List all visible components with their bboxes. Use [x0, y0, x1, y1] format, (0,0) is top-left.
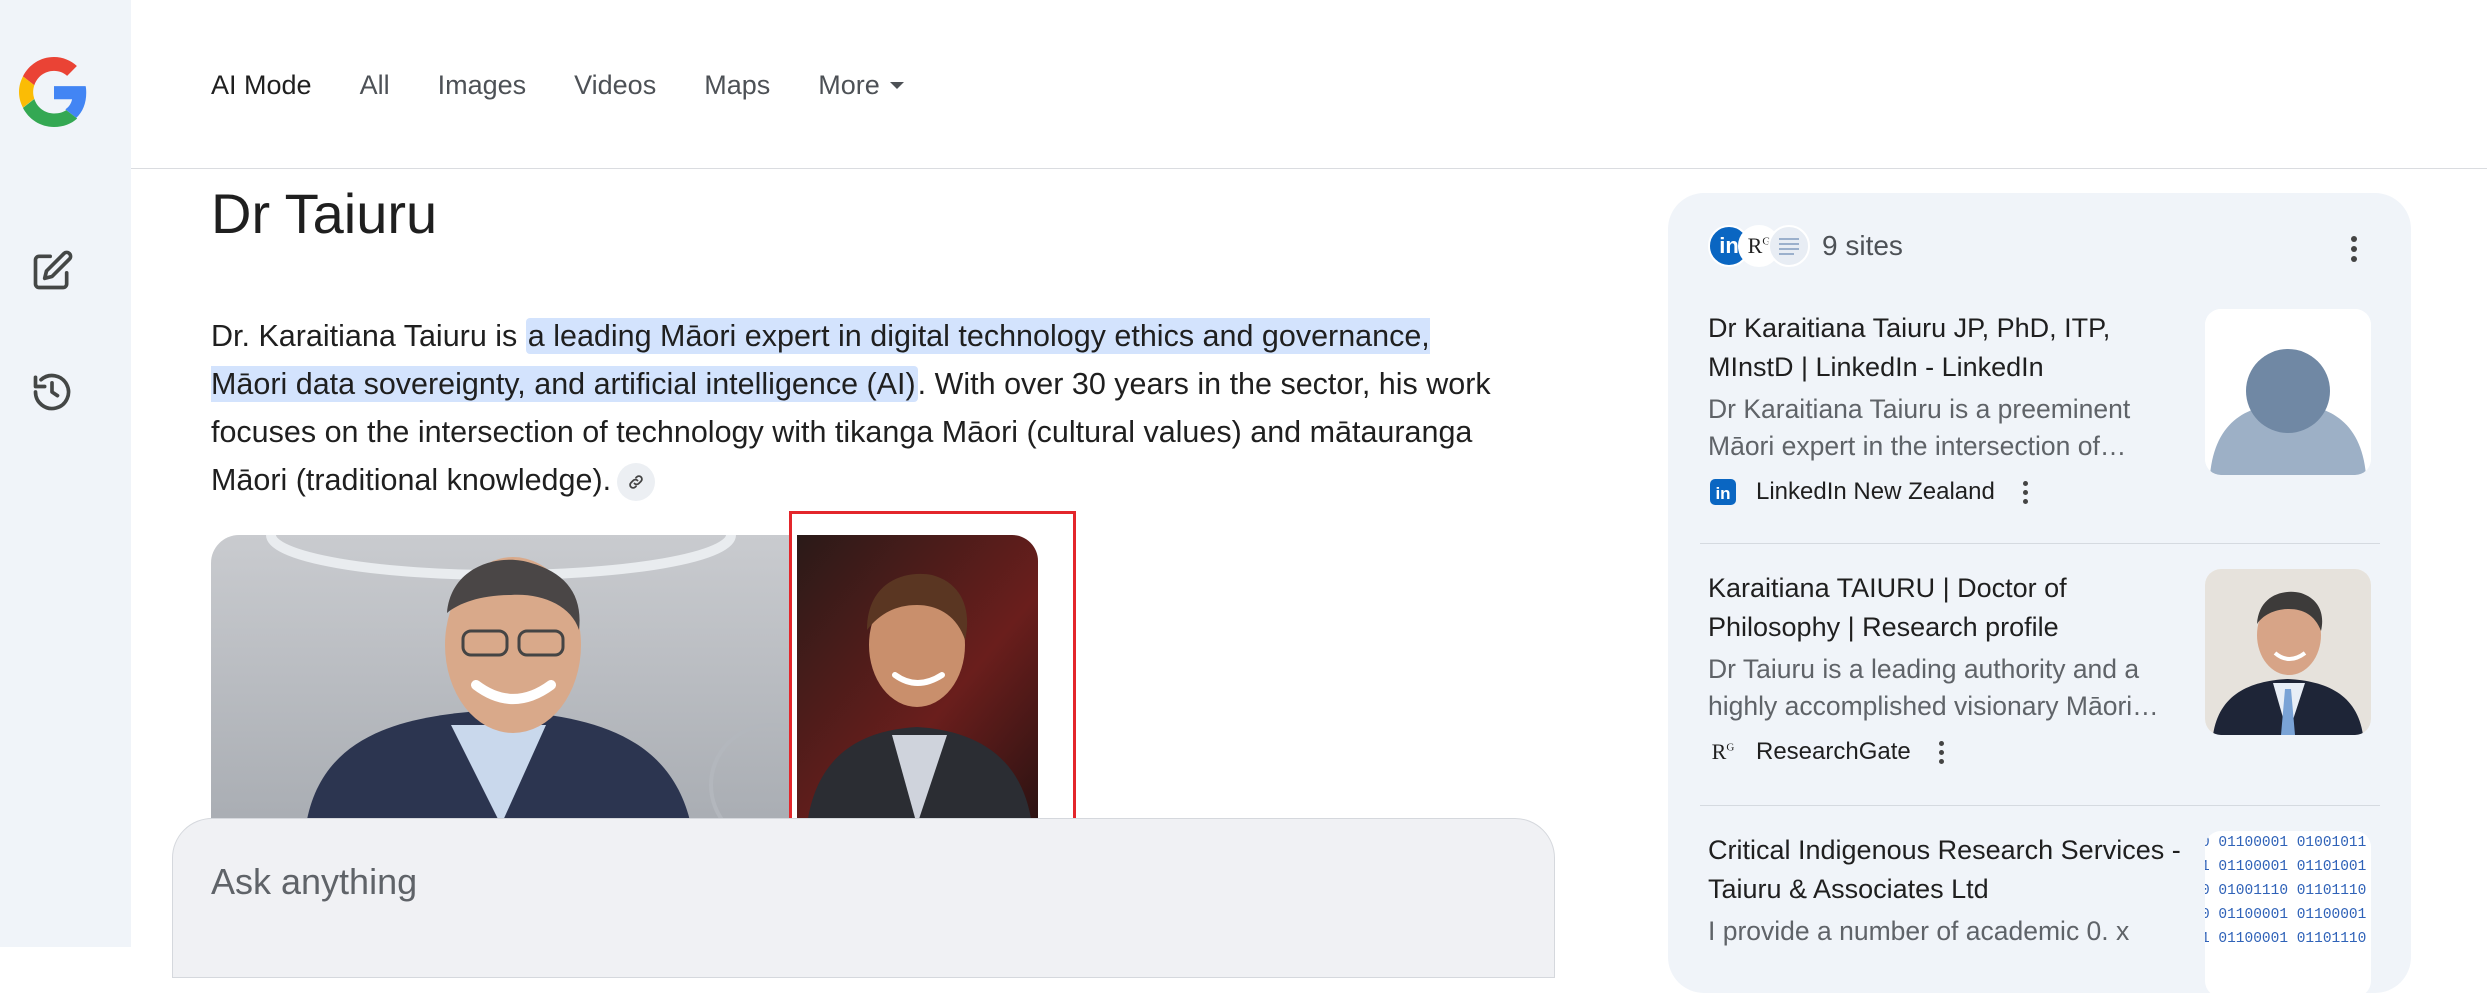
tab-label: Videos [574, 70, 657, 100]
source-title[interactable]: Karaitiana TAIURU | Doctor of Philosophy… [1708, 569, 2198, 647]
more-options-icon[interactable] [2011, 477, 2041, 507]
tab-videos[interactable]: Videos [574, 70, 656, 101]
image-strip [211, 535, 1038, 825]
binary-line: 1 01100001 01101110 0 [2205, 931, 2371, 947]
ask-input[interactable]: Ask anything [172, 818, 1555, 978]
more-options-icon[interactable] [1927, 737, 1957, 767]
avatar-placeholder-thumbnail [2205, 309, 2371, 475]
divider [1700, 805, 2380, 806]
binary-line: 0 01001110 01101110 0 [2205, 883, 2371, 899]
source-snippet: Dr Taiuru is a leading authority and a h… [1708, 654, 2159, 721]
source-title[interactable]: Dr Karaitiana Taiuru JP, PhD, ITP, MInst… [1708, 309, 2198, 387]
linkedin-icon: in [1708, 477, 1738, 507]
tab-images[interactable]: Images [438, 70, 527, 101]
history-icon[interactable] [24, 364, 80, 420]
tab-label: Images [437, 70, 527, 100]
person-photo-1[interactable] [211, 535, 791, 825]
source-name: LinkedIn New Zealand [1756, 478, 1995, 505]
profile-photo-thumbnail [2205, 569, 2371, 735]
ai-answer-paragraph: Dr. Karaitiana Taiuru is a leading Māori… [211, 312, 1511, 504]
left-rail [0, 0, 131, 947]
ask-placeholder: Ask anything [211, 861, 418, 902]
top-nav: AI Mode All Images Videos Maps More [131, 0, 2487, 169]
binary-line: 0 01100001 01100001 0 [2205, 907, 2371, 923]
source-title[interactable]: Critical Indigenous Research Services - … [1708, 831, 2198, 909]
sources-header[interactable]: in RG 9 sites [1708, 225, 1903, 267]
source-attribution: RG ResearchGate [1708, 737, 1957, 767]
site-favicon-icon [1768, 225, 1810, 267]
person-photo-2[interactable] [797, 535, 1038, 825]
tab-label: AI Mode [211, 70, 312, 100]
source-attribution: in LinkedIn New Zealand [1708, 477, 2041, 507]
page-title: Dr Taiuru [211, 182, 438, 245]
tab-maps[interactable]: Maps [704, 70, 770, 101]
source-card[interactable]: Karaitiana TAIURU | Doctor of Philosophy… [1708, 569, 2380, 779]
source-name: ResearchGate [1756, 738, 1911, 765]
sites-count: 9 sites [1822, 230, 1903, 261]
svg-text:in: in [1715, 484, 1730, 503]
new-chat-icon[interactable] [24, 243, 80, 299]
researchgate-icon: RG [1711, 739, 1735, 764]
tab-label: All [359, 70, 390, 100]
tab-label: More [818, 70, 880, 100]
tab-all[interactable]: All [360, 70, 390, 101]
binary-code-thumbnail: 0 01100001 01001011 0 1 01100001 0110100… [2205, 831, 2371, 993]
answer-text: Dr. Karaitiana Taiuru is [211, 319, 526, 353]
source-card[interactable]: Critical Indigenous Research Services - … [1708, 831, 2380, 993]
google-logo[interactable] [19, 57, 89, 127]
tab-ai-mode[interactable]: AI Mode [211, 70, 312, 101]
caret-down-icon [889, 82, 904, 89]
source-snippet: Dr Karaitiana Taiuru is a preeminent Māo… [1708, 394, 2131, 461]
source-card[interactable]: Dr Karaitiana Taiuru JP, PhD, ITP, MInst… [1708, 309, 2380, 519]
search-tabs: AI Mode All Images Videos Maps More [211, 70, 952, 101]
link-icon[interactable] [617, 462, 656, 501]
binary-line: 0 01100001 01001011 0 [2205, 835, 2371, 851]
tab-label: Maps [704, 70, 771, 100]
sources-panel: in RG 9 sites Dr Karaitiana Taiuru JP, P… [1668, 193, 2411, 993]
divider [1700, 543, 2380, 544]
binary-line: 1 01100001 01101001 0 [2205, 859, 2371, 875]
more-options-icon[interactable] [2339, 229, 2369, 269]
tab-more[interactable]: More [818, 70, 904, 101]
source-snippet: I provide a number of academic 0. x [1708, 916, 2130, 946]
